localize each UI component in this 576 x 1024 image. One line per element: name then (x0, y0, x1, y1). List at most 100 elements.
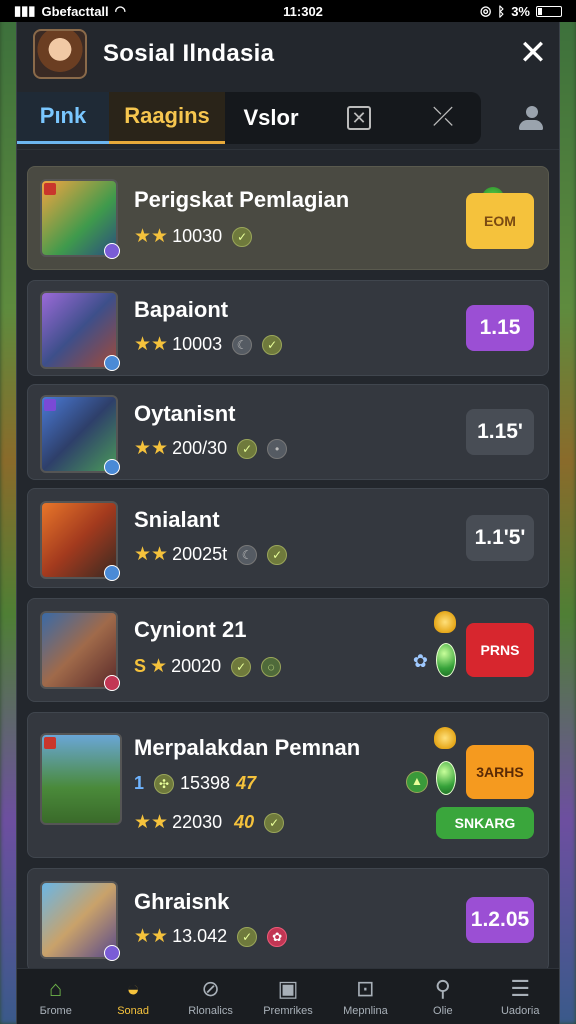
player-name: Merpalakdan Pemnan (134, 735, 361, 760)
nav-item-premrikes[interactable]: ▣ Premrikes (252, 975, 324, 1017)
check-badge-icon: ✓ (237, 438, 258, 459)
gem-icon (436, 643, 456, 677)
carrier-label: Gbefacttall (41, 3, 109, 19)
bottom-nav: ⌂ Бrome ◒ Sonad ⊘ Rlonalics ▣ Premrikes … (17, 968, 559, 1024)
battery-percent: 3% (511, 3, 530, 19)
controller-icon: ◒ (126, 975, 140, 1001)
player-stats: ★★ 10003 ☾ ✓ (134, 333, 283, 356)
player-stats: ★★ 10030 ✓ (134, 225, 253, 248)
battery-icon (536, 5, 562, 17)
check-badge-icon: ✓ (237, 926, 258, 947)
profile-icon: ☰ (510, 975, 531, 1001)
rose-badge-icon: ✿ (267, 926, 288, 947)
player-score: 10003 (172, 334, 223, 354)
nav-item-uadoria[interactable]: ☰ Uadoria (484, 975, 556, 1017)
action-button[interactable]: 1.15' (466, 409, 534, 455)
secondary-action-button[interactable]: SNKARG (436, 807, 534, 839)
nav-item-home[interactable]: ⌂ Бrome (20, 975, 92, 1017)
clock: 11:302 (283, 3, 323, 19)
compass-icon: ⊘ (201, 975, 220, 1001)
nav-label: Mepnlina (343, 1004, 388, 1017)
player-portrait (40, 611, 120, 691)
player-stats: ★★ 22030 40 ✓ (134, 811, 285, 834)
star-icon: ★★ (134, 438, 169, 459)
sub-gold: 47 (236, 773, 257, 793)
list-item[interactable]: Perigskat Pemlagian ★★ 10030 ✓ ЕОМ (27, 166, 549, 270)
action-button[interactable]: 3ARHS (466, 745, 534, 799)
close-icon: ✕ (518, 34, 548, 72)
sub-count: 1 (134, 773, 145, 793)
wifi-icon: ◠ (114, 3, 126, 18)
user-icon[interactable] (519, 106, 545, 132)
check-badge-icon: ✓ (232, 226, 253, 247)
rank-prefix: Ѕ (134, 656, 147, 676)
swords-icon[interactable]: ⤫ (431, 103, 455, 130)
check-badge-icon: ✓ (264, 812, 285, 833)
home-icon: ⌂ (49, 975, 63, 1001)
clover-badge-icon: ✣ (154, 773, 175, 794)
nav-label: Rlonalics (188, 1004, 233, 1017)
player-stats: ★★ 200/30 ✓ • (134, 437, 288, 460)
flower-icon: ✿ (412, 651, 428, 671)
player-stats: Ѕ ★ 20020 ✓ ◌ (134, 655, 282, 678)
star-icon: ★★ (134, 544, 169, 565)
player-score: 22030 (172, 812, 223, 832)
tree-badge-icon: ▲ (406, 771, 428, 793)
moon-badge-icon: ☾ (232, 334, 253, 355)
list-item[interactable]: Bapaiont ★★ 10003 ☾ ✓ 1.15 (27, 280, 549, 376)
moon-badge-icon: ☾ (237, 544, 258, 565)
player-portrait (40, 501, 120, 581)
signal-icon: ▮▮▮ (14, 3, 36, 18)
player-stats: ★★ 13.042 ✓ ✿ (134, 925, 288, 948)
player-name: Cyniont 21 (134, 617, 247, 642)
list-item[interactable]: Snialant ★★ 20025t ☾ ✓ 1.1'5' (27, 488, 549, 588)
nav-item-sonad[interactable]: ◒ Sonad (97, 975, 169, 1017)
status-bar: ▮▮▮ Gbefacttall ◠ 11:302 ◎ ᛒ 3% (0, 0, 576, 22)
nav-label: Premrikes (263, 1004, 313, 1017)
player-portrait (40, 733, 122, 825)
tab-vslor[interactable]: Vslor (225, 92, 317, 144)
nav-label: Olie (433, 1004, 453, 1017)
list-item[interactable]: Merpalakdan Pemnan 1 ✣ 15398 47 ★★ 22030… (27, 712, 549, 858)
tab-bar: Pınk Raagins Vslor ✕ ⤫ (17, 86, 559, 150)
avatar[interactable] (33, 29, 87, 79)
swirl-badge-icon: ◌ (261, 656, 282, 677)
nav-label: Uadoria (500, 1004, 540, 1017)
check-badge-icon: ✓ (267, 544, 288, 565)
player-name: Snialant (134, 507, 220, 532)
frame-icon: ⊡ (356, 975, 375, 1001)
tab-pink[interactable]: Pınk (17, 91, 109, 144)
tab-raagins[interactable]: Raagins (109, 91, 225, 144)
check-badge-icon: ✓ (231, 656, 252, 677)
nav-item-rlonalics[interactable]: ⊘ Rlonalics (175, 975, 247, 1017)
player-portrait (40, 395, 120, 475)
medal-icon (434, 611, 456, 633)
score-gold: 40 (234, 812, 255, 832)
nav-item-mepnlina[interactable]: ⊡ Mepnlina (329, 975, 401, 1017)
action-button[interactable]: PRNS (466, 623, 534, 677)
card-icon: ▣ (277, 975, 299, 1001)
star-icon: ★★ (134, 926, 169, 947)
list-item[interactable]: Cyniont 21 Ѕ ★ 20020 ✓ ◌ ✿ PRNS (27, 598, 549, 702)
alarm-icon: ◎ (480, 3, 492, 18)
star-icon: ★★ (134, 226, 169, 247)
player-portrait (40, 881, 120, 961)
action-button[interactable]: 1.2.05 (466, 897, 534, 943)
close-button[interactable]: ✕ (517, 36, 549, 70)
close-box-icon[interactable]: ✕ (347, 105, 371, 130)
action-button[interactable]: ЕОМ (466, 193, 534, 249)
nav-item-olie[interactable]: ⚲ Olie (407, 975, 479, 1017)
player-score: 20020 (171, 656, 222, 676)
search-icon: ⚲ (434, 975, 451, 1001)
list-item[interactable]: Ghraisnk ★★ 13.042 ✓ ✿ 1.2.05 (27, 868, 549, 972)
player-name: Oytanisnt (134, 401, 236, 426)
player-portrait (40, 179, 120, 259)
player-name: Ghraisnk (134, 889, 230, 914)
action-button[interactable]: 1.1'5' (466, 515, 534, 561)
list-item[interactable]: Oytanisnt ★★ 200/30 ✓ • 1.15' (27, 384, 549, 480)
player-name: Bapaiont (134, 297, 229, 322)
gem-icon (436, 761, 456, 795)
player-portrait (40, 291, 120, 371)
bluetooth-icon: ᛒ (497, 3, 506, 19)
action-button[interactable]: 1.15 (466, 305, 534, 351)
